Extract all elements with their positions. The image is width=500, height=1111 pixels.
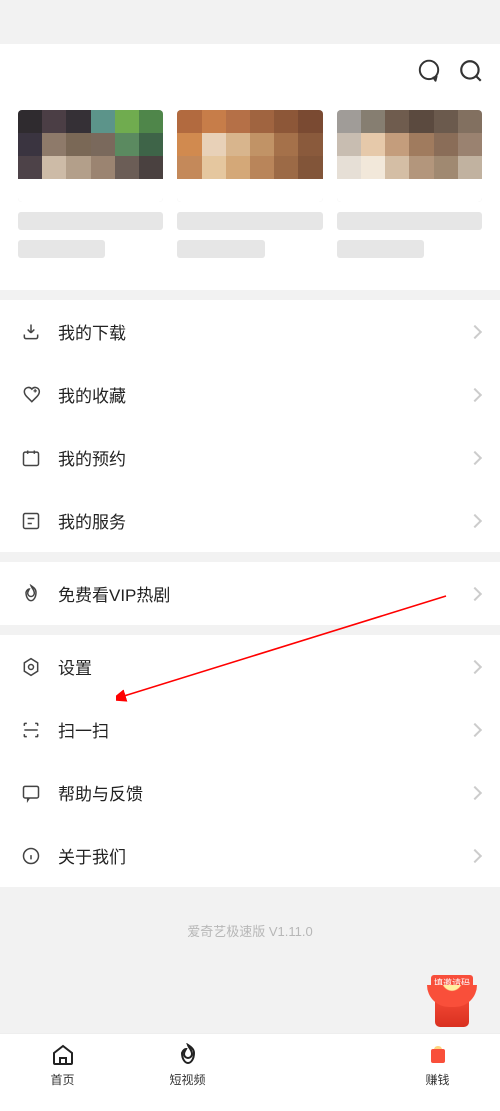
menu-free-vip[interactable]: 免费看VIP热剧: [0, 562, 500, 625]
menu-group-2: 免费看VIP热剧: [0, 562, 500, 625]
chevron-right-icon: [468, 586, 482, 600]
nav-label: 首页: [50, 1071, 74, 1088]
menu-label: 帮助与反馈: [58, 780, 454, 805]
earn-money-badge[interactable]: 填邀请码: [426, 975, 478, 1027]
home-icon: [50, 1042, 76, 1068]
nav-label: 短视频: [169, 1071, 205, 1088]
chevron-right-icon: [468, 785, 482, 799]
flame-icon: [175, 1042, 201, 1068]
heart-icon: [20, 384, 42, 406]
calendar-icon: [20, 447, 42, 469]
chevron-right-icon: [468, 324, 482, 338]
thumb-title: [337, 212, 482, 230]
menu-group-1: 我的下载 我的收藏 我的预约 我的服务: [0, 300, 500, 552]
thumb-subtitle: [18, 240, 105, 258]
money-icon: [425, 1042, 451, 1068]
menu-label: 免费看VIP热剧: [58, 581, 454, 606]
menu-my-downloads[interactable]: 我的下载: [0, 300, 500, 363]
chevron-right-icon: [468, 848, 482, 862]
video-thumb[interactable]: [337, 110, 482, 270]
flame-icon: [20, 583, 42, 605]
chevron-right-icon: [468, 450, 482, 464]
nav-short-video[interactable]: 短视频: [125, 1042, 250, 1088]
menu-label: 关于我们: [58, 843, 454, 868]
section-header-cut: [0, 98, 500, 110]
feedback-icon: [20, 782, 42, 804]
chevron-right-icon: [468, 659, 482, 673]
nav-earn[interactable]: 赚钱: [375, 1042, 500, 1088]
header: [0, 44, 500, 98]
nav-label: 赚钱: [425, 1071, 449, 1088]
menu-my-services[interactable]: 我的服务: [0, 489, 500, 552]
recent-thumbnails: [0, 110, 500, 290]
download-icon: [20, 321, 42, 343]
menu-label: 我的预约: [58, 445, 454, 470]
version-text: 爱奇艺极速版 V1.11.0: [0, 887, 500, 1000]
status-bar: [0, 0, 500, 44]
search-icon[interactable]: [456, 56, 486, 86]
info-icon: [20, 845, 42, 867]
video-thumb[interactable]: [177, 110, 322, 270]
menu-my-reservations[interactable]: 我的预约: [0, 426, 500, 489]
chevron-right-icon: [468, 513, 482, 527]
chevron-right-icon: [468, 722, 482, 736]
menu-label: 我的收藏: [58, 382, 454, 407]
video-thumb[interactable]: [18, 110, 163, 270]
red-packet-icon: [435, 991, 469, 1027]
menu-label: 我的下载: [58, 319, 454, 344]
thumb-subtitle: [177, 240, 264, 258]
chevron-right-icon: [468, 387, 482, 401]
menu-label: 设置: [58, 654, 454, 679]
bottom-nav: 首页 短视频 . 赚钱: [0, 1033, 500, 1111]
menu-settings[interactable]: 设置: [0, 635, 500, 698]
menu-group-3: 设置 扫一扫 帮助与反馈 关于我们: [0, 635, 500, 887]
scan-icon: [20, 719, 42, 741]
menu-about[interactable]: 关于我们: [0, 824, 500, 887]
thumb-subtitle: [337, 240, 424, 258]
menu-scan[interactable]: 扫一扫: [0, 698, 500, 761]
menu-my-favorites[interactable]: 我的收藏: [0, 363, 500, 426]
thumb-title: [18, 212, 163, 230]
list-icon: [20, 510, 42, 532]
menu-label: 扫一扫: [58, 717, 454, 742]
thumb-title: [177, 212, 322, 230]
gear-icon: [20, 656, 42, 678]
nav-home[interactable]: 首页: [0, 1042, 125, 1088]
menu-label: 我的服务: [58, 508, 454, 533]
messages-icon[interactable]: [414, 56, 444, 86]
menu-help[interactable]: 帮助与反馈: [0, 761, 500, 824]
